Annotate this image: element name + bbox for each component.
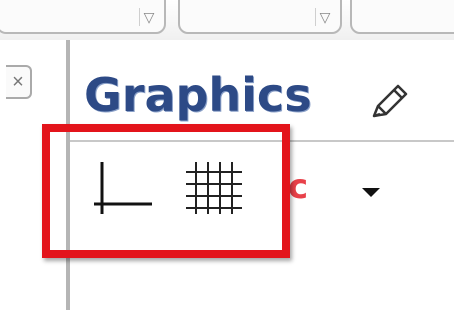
highlight-box xyxy=(42,124,290,258)
dropdown-2[interactable]: ▽ xyxy=(178,0,342,34)
color-icon[interactable]: c xyxy=(288,170,310,204)
graphics-view-window: ▽ ▽ × Graphics c xyxy=(0,0,454,310)
dropdown-3[interactable] xyxy=(350,0,454,34)
graphics-canvas[interactable] xyxy=(70,258,454,310)
top-dropdown-strip: ▽ ▽ xyxy=(0,0,454,40)
close-icon[interactable]: × xyxy=(6,65,32,99)
dropdown-1[interactable]: ▽ xyxy=(0,0,166,34)
chevron-down-icon: ▽ xyxy=(315,8,334,26)
page-title: Graphics xyxy=(84,68,312,122)
dropdown-arrow-icon[interactable] xyxy=(362,188,380,197)
chevron-down-icon: ▽ xyxy=(139,8,158,26)
pencil-icon[interactable] xyxy=(366,80,410,124)
